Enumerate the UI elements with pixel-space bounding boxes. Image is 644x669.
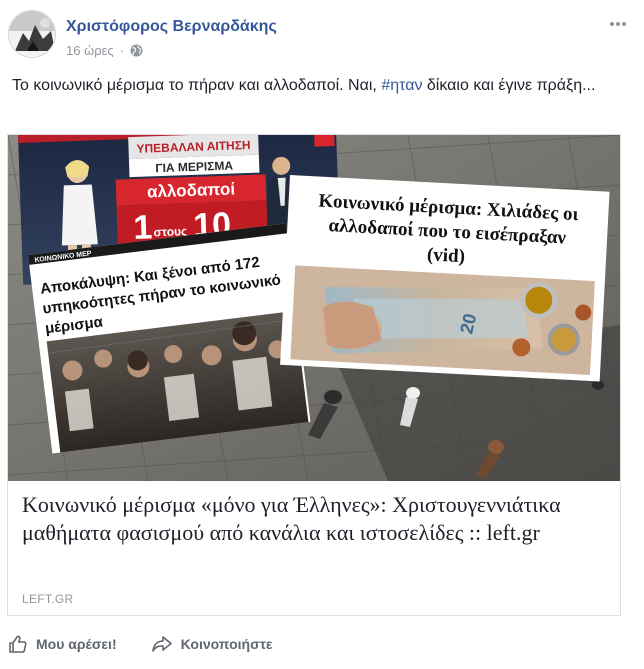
- link-preview-card[interactable]: ΥΠΕΒΑΛΑΝ ΑΙΤΗΣΗ ΓΙΑ ΜΕΡΙΣΜΑ αλλοδαποί 1 …: [7, 134, 621, 616]
- post-text-part-2: δίκαιο και έγινε πράξη...: [422, 77, 596, 94]
- author-name-link[interactable]: Χριστόφορος Βερναρδάκης: [66, 18, 277, 36]
- share-button[interactable]: Κοινοποιήστε: [151, 635, 273, 653]
- post-header: Χριστόφορος Βερναρδάκης 16 ώρες ·: [8, 10, 636, 60]
- link-title[interactable]: Κοινωνικό μέρισμα «μόνο για Έλληνες»: Χρ…: [22, 491, 607, 547]
- link-source-domain: LEFT.GR: [22, 592, 74, 606]
- share-button-label: Κοινοποιήστε: [180, 636, 273, 652]
- thumbs-up-icon: [8, 634, 28, 654]
- post-text-part-1: Το κοινωνικό μέρισμα το πήραν και αλλοδα…: [12, 77, 382, 94]
- post-actions: Μου αρέσει! Κοινοποιήστε: [8, 628, 273, 660]
- post-meta: 16 ώρες ·: [66, 43, 143, 58]
- tv-banner-line-2: ΓΙΑ ΜΕΡΙΣΜΑ: [155, 159, 234, 176]
- avatar-image: [9, 11, 55, 57]
- meta-separator: ·: [119, 43, 125, 58]
- like-button-label: Μου αρέσει!: [36, 636, 117, 652]
- post-text: Το κοινωνικό μέρισμα το πήραν και αλλοδα…: [12, 74, 612, 98]
- avatar[interactable]: [8, 10, 56, 58]
- share-arrow-icon: [151, 635, 173, 653]
- more-options-icon[interactable]: [606, 16, 630, 32]
- like-button[interactable]: Μου αρέσει!: [8, 634, 117, 654]
- tv-red-label: αλλοδαποί: [147, 179, 236, 201]
- globe-icon[interactable]: [130, 44, 143, 57]
- right-headline-3: (vid): [426, 244, 465, 267]
- hashtag-link[interactable]: #ηταν: [381, 77, 422, 94]
- post-timestamp[interactable]: 16 ώρες: [66, 43, 114, 58]
- link-preview-image[interactable]: ΥΠΕΒΑΛΑΝ ΑΙΤΗΣΗ ΓΙΑ ΜΕΡΙΣΜΑ αλλοδαποί 1 …: [8, 135, 620, 481]
